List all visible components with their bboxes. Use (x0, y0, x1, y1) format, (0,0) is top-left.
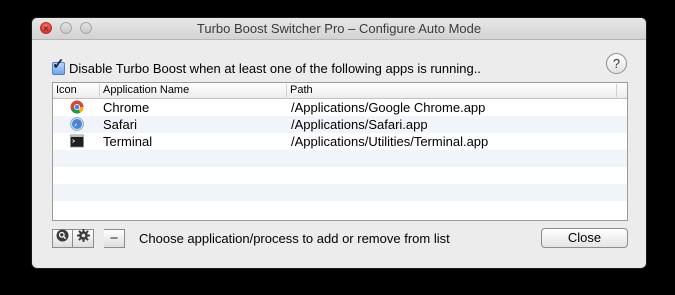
chrome-icon (70, 100, 84, 114)
configure-auto-mode-window: Turbo Boost Switcher Pro – Configure Aut… (32, 18, 646, 268)
disable-turbo-label[interactable]: Disable Turbo Boost when at least one of… (69, 61, 481, 76)
remove-app-button[interactable]: − (104, 228, 125, 248)
table-header: Icon Application Name Path (53, 83, 627, 99)
gear-icon (76, 229, 90, 247)
safari-icon (70, 117, 84, 131)
empty-row (53, 184, 627, 201)
table-row[interactable]: Safari /Applications/Safari.app (53, 116, 627, 133)
terminal-icon (70, 134, 84, 148)
title-bar: Turbo Boost Switcher Pro – Configure Aut… (32, 18, 646, 40)
table-body: Chrome /Applications/Google Chrome.app S… (53, 99, 627, 220)
table-row[interactable]: Terminal /Applications/Utilities/Termina… (53, 133, 627, 150)
window-title: Turbo Boost Switcher Pro – Configure Aut… (196, 21, 482, 36)
column-header-icon[interactable]: Icon (53, 84, 100, 97)
search-icon (56, 229, 69, 247)
column-header-path[interactable]: Path (287, 84, 617, 97)
search-app-button[interactable] (52, 228, 73, 248)
empty-row (53, 167, 627, 184)
app-name-cell: Terminal (103, 134, 153, 149)
help-button[interactable]: ? (606, 53, 627, 74)
disable-turbo-option[interactable]: ✓ Disable Turbo Boost when at least one … (52, 57, 481, 77)
empty-row (53, 150, 627, 167)
app-list-table: Icon Application Name Path Chrome /Appli… (52, 82, 628, 221)
add-remove-hint: Choose application/process to add or rem… (139, 230, 450, 246)
column-header-application-name[interactable]: Application Name (100, 84, 287, 97)
app-path-cell: /Applications/Safari.app (291, 117, 428, 132)
app-name-cell: Chrome (103, 100, 150, 115)
close-button[interactable]: Close (541, 228, 628, 248)
empty-row (53, 201, 627, 218)
disable-turbo-checkbox[interactable]: ✓ (52, 57, 65, 75)
table-row[interactable]: Chrome /Applications/Google Chrome.app (53, 99, 627, 116)
bottom-toolbar: − Choose application/process to add or r… (52, 228, 450, 248)
app-path-cell: /Applications/Utilities/Terminal.app (291, 134, 489, 149)
settings-button[interactable] (73, 228, 94, 248)
checkmark-icon: ✓ (52, 55, 65, 73)
app-name-cell: Safari (103, 117, 137, 132)
app-path-cell: /Applications/Google Chrome.app (291, 100, 486, 115)
